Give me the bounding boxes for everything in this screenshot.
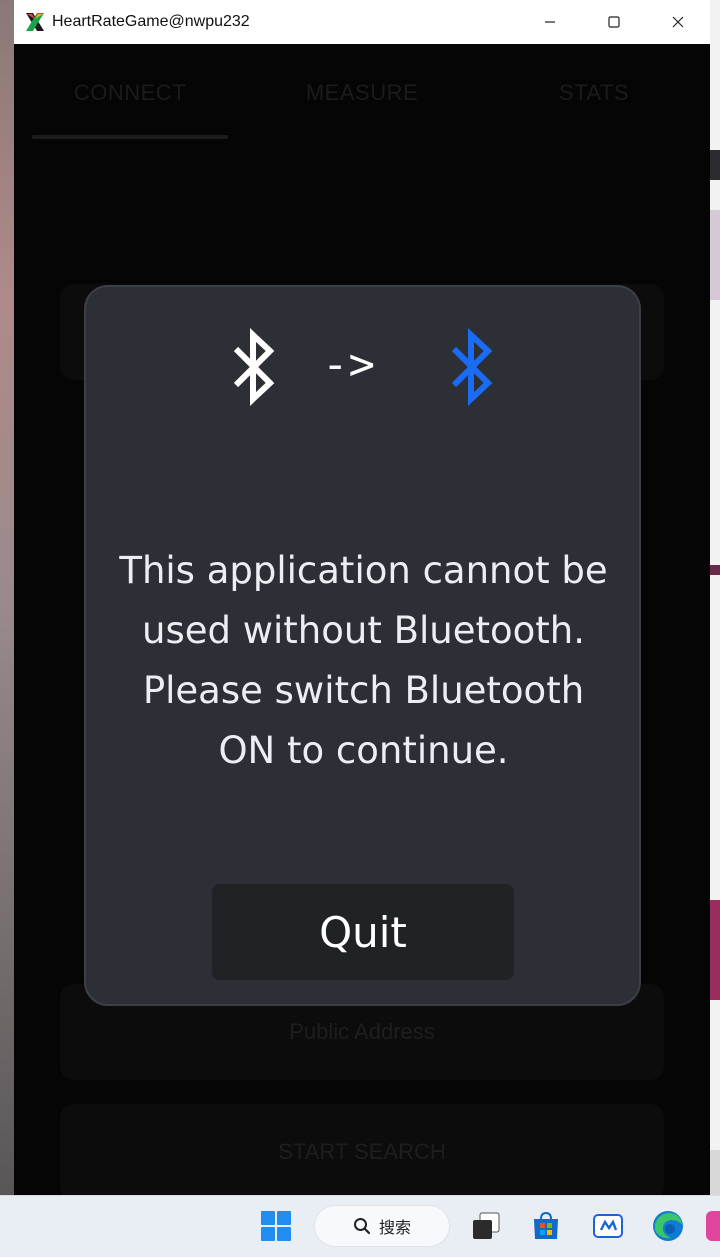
bluetooth-on-icon [448, 327, 498, 411]
tab-bar: CONNECT MEASURE STATS [14, 44, 710, 144]
title-bar[interactable]: HeartRateGame@nwpu232 [14, 0, 710, 44]
close-icon [672, 16, 684, 28]
x-logo-icon [24, 11, 46, 33]
arrow-text: -> [322, 339, 375, 390]
window-title: HeartRateGame@nwpu232 [52, 13, 250, 30]
close-button[interactable] [646, 0, 710, 44]
maximize-button[interactable] [582, 0, 646, 44]
start-search-label: START SEARCH [278, 1139, 446, 1164]
dialog-message: This application cannot be used without … [106, 541, 621, 781]
task-view-icon[interactable] [468, 1208, 504, 1244]
edge-browser-icon[interactable] [650, 1208, 686, 1244]
remote-app-icon[interactable] [590, 1208, 626, 1244]
tab-stats[interactable]: STATS [478, 80, 710, 106]
bluetooth-illustration: -> [86, 325, 639, 409]
tab-connect[interactable]: CONNECT [14, 80, 246, 106]
start-search-button: START SEARCH [60, 1104, 664, 1195]
quit-button[interactable]: Quit [212, 884, 514, 980]
search-label: 搜索 [378, 1218, 411, 1237]
microsoft-store-icon[interactable] [528, 1208, 564, 1244]
taskbar-search-box[interactable]: 搜索 [314, 1205, 450, 1247]
message-line: ON to continue. [218, 729, 509, 772]
search-icon [353, 1218, 371, 1235]
message-line: This application cannot be [119, 549, 608, 592]
bluetooth-dialog: -> This application cannot be used witho… [84, 285, 641, 1006]
bluetooth-off-icon [230, 327, 280, 411]
taskbar: 搜索 [0, 1195, 720, 1257]
maximize-icon [608, 16, 620, 28]
minimize-icon [545, 21, 555, 23]
windows-start-icon[interactable] [258, 1208, 294, 1244]
app-icon[interactable] [706, 1208, 720, 1244]
tab-indicator [32, 135, 228, 139]
minimize-button[interactable] [518, 0, 582, 44]
message-line: used without Bluetooth. [142, 609, 585, 652]
message-line: Please switch Bluetooth [142, 669, 585, 712]
tab-measure[interactable]: MEASURE [246, 80, 478, 106]
public-address-label: Public Address [289, 1019, 435, 1044]
desktop-background-left [0, 0, 14, 1195]
